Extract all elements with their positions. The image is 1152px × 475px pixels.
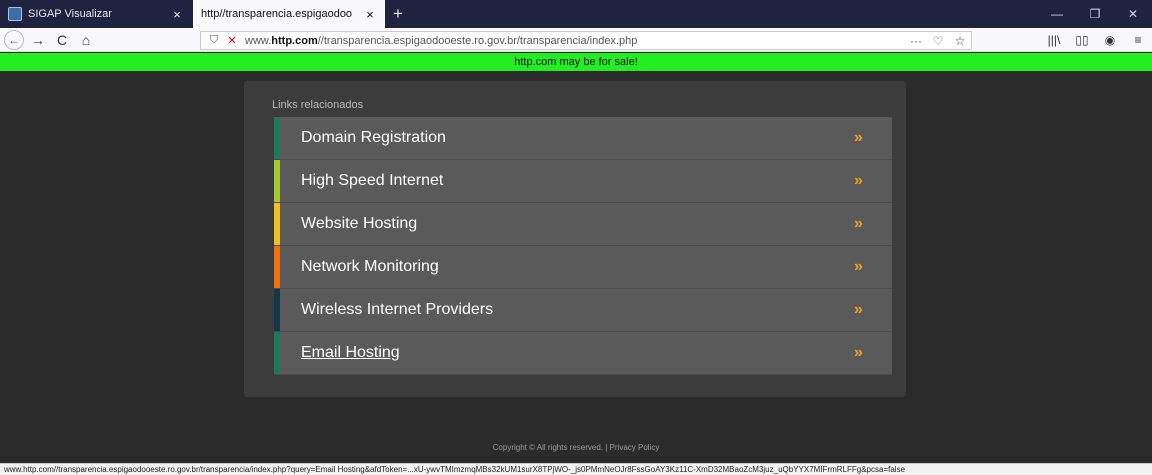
link-color-bar bbox=[274, 203, 280, 245]
forward-button[interactable]: → bbox=[26, 29, 50, 51]
menu-icon[interactable]: ≡ bbox=[1124, 33, 1152, 47]
link-high-speed-internet[interactable]: High Speed Internet » bbox=[274, 160, 892, 203]
tab-bar: SIGAP Visualizar × http//transparencia.e… bbox=[0, 0, 1152, 28]
home-button[interactable]: ⌂ bbox=[74, 29, 98, 51]
link-network-monitoring[interactable]: Network Monitoring » bbox=[274, 246, 892, 289]
link-color-bar bbox=[274, 246, 280, 288]
link-label[interactable]: Website Hosting bbox=[301, 215, 854, 233]
chevron-right-icon: » bbox=[854, 172, 863, 189]
link-label[interactable]: Domain Registration bbox=[301, 129, 854, 147]
bookmark-star-icon[interactable]: ☆ bbox=[949, 34, 971, 48]
tab-title: SIGAP Visualizar bbox=[28, 8, 112, 20]
library-icon[interactable]: |||\ bbox=[1040, 33, 1068, 47]
back-button[interactable]: ← bbox=[4, 29, 24, 50]
page-footer: Copyright © All rights reserved. | Priva… bbox=[492, 443, 660, 452]
link-label[interactable]: High Speed Internet bbox=[301, 172, 854, 190]
link-email-hosting[interactable]: Email Hosting » bbox=[274, 332, 892, 375]
link-domain-registration[interactable]: Domain Registration » bbox=[274, 117, 892, 160]
related-links-panel: Links relacionados Domain Registration »… bbox=[244, 81, 906, 397]
chevron-right-icon: » bbox=[854, 258, 863, 275]
url-text[interactable]: www.http.com//transparencia.espigaodooes… bbox=[245, 35, 905, 47]
account-icon[interactable]: ◉ bbox=[1096, 33, 1124, 47]
chevron-right-icon: » bbox=[854, 344, 863, 361]
sigap-favicon-icon bbox=[8, 7, 22, 21]
reload-button[interactable]: C bbox=[50, 29, 74, 51]
link-color-bar bbox=[274, 289, 280, 331]
status-bar-url: www.http.com//transparencia.espigaodooes… bbox=[0, 463, 1152, 475]
close-tab-icon[interactable]: × bbox=[170, 7, 184, 22]
panel-title: Links relacionados bbox=[272, 99, 364, 111]
toolbar-right: |||\ ▯▯ ◉ ≡ bbox=[1040, 28, 1152, 52]
navigation-bar: ← → C ⌂ ⛉ ✕ www.http.com//transparencia.… bbox=[0, 28, 1152, 52]
page-content: Links relacionados Domain Registration »… bbox=[0, 71, 1152, 463]
link-label[interactable]: Email Hosting bbox=[301, 344, 854, 362]
url-bar[interactable]: ⛉ ✕ www.http.com//transparencia.espigaod… bbox=[200, 31, 972, 50]
close-window-icon[interactable]: ✕ bbox=[1114, 0, 1152, 28]
link-label[interactable]: Network Monitoring bbox=[301, 258, 854, 276]
link-color-bar bbox=[274, 117, 280, 159]
tab-title: http//transparencia.espigaodoo bbox=[201, 8, 353, 20]
tab-transparencia[interactable]: http//transparencia.espigaodoo × bbox=[193, 0, 385, 28]
page-actions-icon[interactable]: ··· bbox=[905, 34, 927, 48]
sidebar-icon[interactable]: ▯▯ bbox=[1068, 33, 1096, 47]
pocket-icon[interactable]: ♡ bbox=[927, 34, 949, 48]
close-tab-icon[interactable]: × bbox=[363, 7, 377, 22]
restore-icon[interactable]: ❐ bbox=[1076, 0, 1114, 28]
minimize-icon[interactable]: — bbox=[1038, 0, 1076, 28]
tab-sigap[interactable]: SIGAP Visualizar × bbox=[0, 0, 192, 28]
insecure-lock-icon[interactable]: ✕ bbox=[223, 34, 241, 47]
new-tab-button[interactable]: + bbox=[385, 0, 411, 28]
chevron-right-icon: » bbox=[854, 301, 863, 318]
chevron-right-icon: » bbox=[854, 215, 863, 232]
chevron-right-icon: » bbox=[854, 129, 863, 146]
sale-banner[interactable]: http.com may be for sale! bbox=[0, 53, 1152, 71]
link-label[interactable]: Wireless Internet Providers bbox=[301, 301, 854, 319]
links-list: Domain Registration » High Speed Interne… bbox=[274, 117, 892, 375]
link-color-bar bbox=[274, 160, 280, 202]
tracking-shield-icon[interactable]: ⛉ bbox=[205, 34, 223, 47]
link-color-bar bbox=[274, 332, 280, 374]
link-wireless-internet-providers[interactable]: Wireless Internet Providers » bbox=[274, 289, 892, 332]
link-website-hosting[interactable]: Website Hosting » bbox=[274, 203, 892, 246]
window-controls: — ❐ ✕ bbox=[1038, 0, 1152, 28]
